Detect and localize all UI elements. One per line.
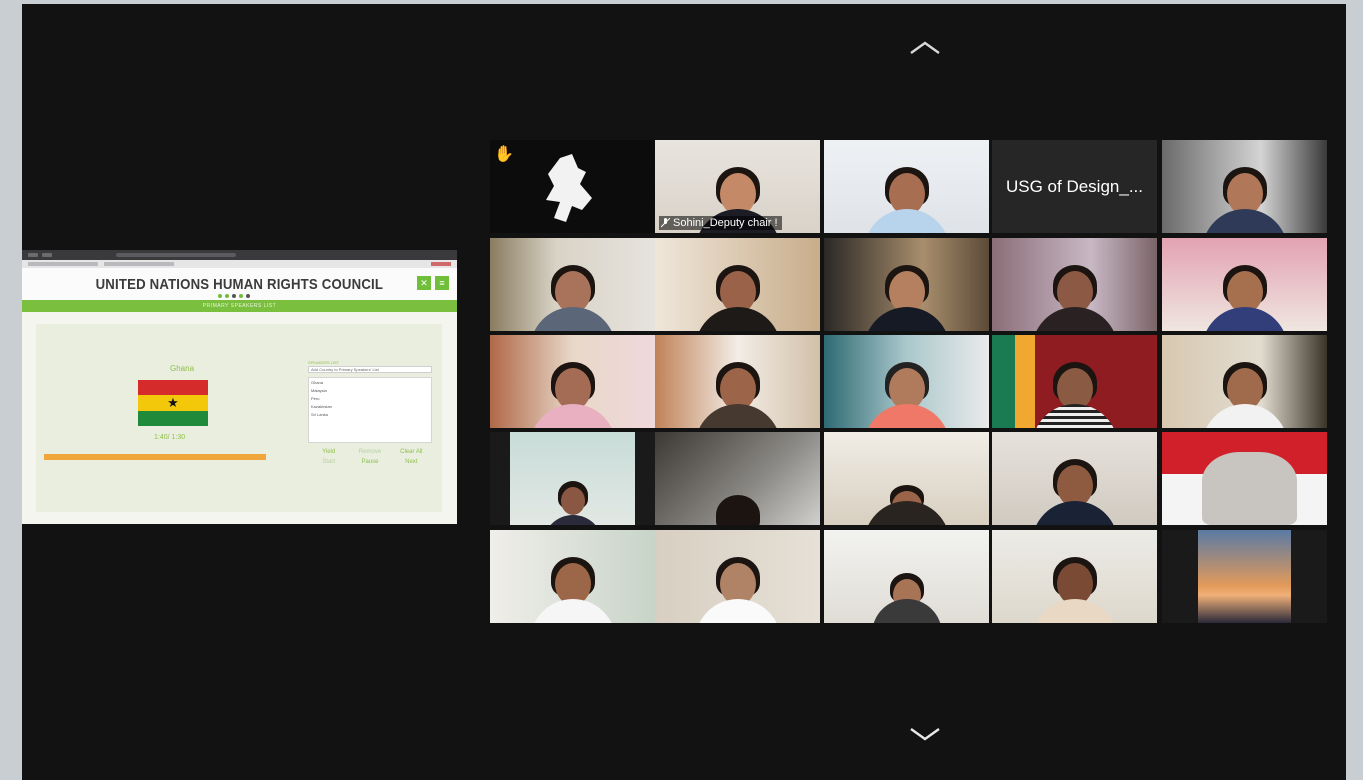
participant-tile[interactable] (992, 335, 1157, 428)
participant-tile[interactable] (824, 335, 989, 428)
speakers-list-panel: Ghana ★ 1:40/ 1:30 SPEAKERS LIST Add Cou… (36, 324, 442, 512)
council-title: UNITED NATIONS HUMAN RIGHTS COUNCIL (95, 275, 384, 293)
participant-tile[interactable] (655, 530, 820, 623)
participant-tile[interactable] (490, 335, 655, 428)
speakers-side-panel: SPEAKERS LIST Add Country to Primary Spe… (308, 360, 432, 465)
participant-tile[interactable] (992, 530, 1157, 623)
participant-tile[interactable] (1162, 140, 1327, 233)
council-header: UNITED NATIONS HUMAN RIGHTS COUNCIL ✕ ≡ (22, 268, 457, 300)
participant-tile[interactable] (824, 140, 989, 233)
queue-item[interactable]: Malaysia (311, 388, 429, 396)
speakers-queue[interactable]: Ghana Malaysia Peru Kazakhstan Sri Lanka (308, 377, 432, 443)
participant-display-name: USG of Design_... (992, 140, 1157, 233)
timer-progress-fill (44, 454, 266, 460)
start-button[interactable]: Start (308, 459, 349, 465)
participant-tile[interactable] (490, 530, 655, 623)
next-button[interactable]: Next (391, 459, 432, 465)
clear-all-button[interactable]: Clear All (391, 449, 432, 455)
collapse-icon[interactable]: ✕ (417, 276, 431, 290)
speaker-controls: Yield Remove Clear All Start Pause Next (308, 449, 432, 465)
participant-tile[interactable]: ✋ (490, 140, 655, 233)
raised-hand-icon: ✋ (494, 146, 514, 163)
queue-item[interactable]: Peru (311, 396, 429, 404)
chevron-up-icon[interactable] (908, 38, 942, 58)
participant-tile[interactable] (1162, 238, 1327, 331)
participant-tile[interactable] (655, 238, 820, 331)
participant-tile-active-speaker[interactable]: Sohini_Deputy chair ! (655, 140, 820, 233)
silhouette-avatar (546, 154, 592, 222)
current-speaker-country: Ghana (170, 364, 195, 373)
participant-name-tag: Sohini_Deputy chair ! (659, 216, 782, 230)
yield-button[interactable]: Yield (308, 449, 349, 455)
participant-tile[interactable] (992, 238, 1157, 331)
participant-tile-name-only[interactable]: USG of Design_... (992, 140, 1157, 233)
participant-tile[interactable] (655, 335, 820, 428)
meeting-window: UNITED NATIONS HUMAN RIGHTS COUNCIL ✕ ≡ … (22, 4, 1346, 780)
participant-tile[interactable] (490, 432, 655, 525)
timer-progress-bar (44, 454, 266, 460)
page-dots (218, 294, 250, 298)
chevron-down-icon[interactable] (908, 724, 942, 744)
participant-name: Sohini_Deputy chair ! (673, 217, 778, 229)
participant-tile[interactable] (1162, 530, 1327, 623)
participant-tile[interactable] (1162, 432, 1327, 525)
queue-item[interactable]: Sri Lanka (311, 412, 429, 420)
participant-tile[interactable] (824, 432, 989, 525)
country-select[interactable]: Add Country to Primary Speakers' List (308, 366, 432, 373)
fullscreen-icon[interactable]: ≡ (435, 276, 449, 290)
section-title: PRIMARY SPEAKERS LIST (22, 300, 457, 312)
participant-tile[interactable] (824, 530, 989, 623)
mic-muted-icon (661, 218, 670, 228)
speaker-timer: 1:40/ 1:30 (154, 434, 186, 441)
participant-tile[interactable] (655, 432, 820, 525)
pause-button[interactable]: Pause (349, 459, 390, 465)
shared-browser-tabs (22, 260, 457, 268)
participant-tile[interactable] (490, 238, 655, 331)
participant-tile[interactable] (992, 432, 1157, 525)
shared-screen[interactable]: UNITED NATIONS HUMAN RIGHTS COUNCIL ✕ ≡ … (22, 250, 457, 524)
participant-tile[interactable] (1162, 335, 1327, 428)
ghana-flag-icon: ★ (138, 380, 208, 426)
council-header-buttons: ✕ ≡ (417, 276, 449, 290)
participant-tile[interactable] (824, 238, 989, 331)
shared-browser-toolbar (22, 250, 457, 260)
remove-button[interactable]: Remove (349, 449, 390, 455)
queue-item[interactable]: Kazakhstan (311, 404, 429, 412)
queue-item[interactable]: Ghana (311, 380, 429, 388)
